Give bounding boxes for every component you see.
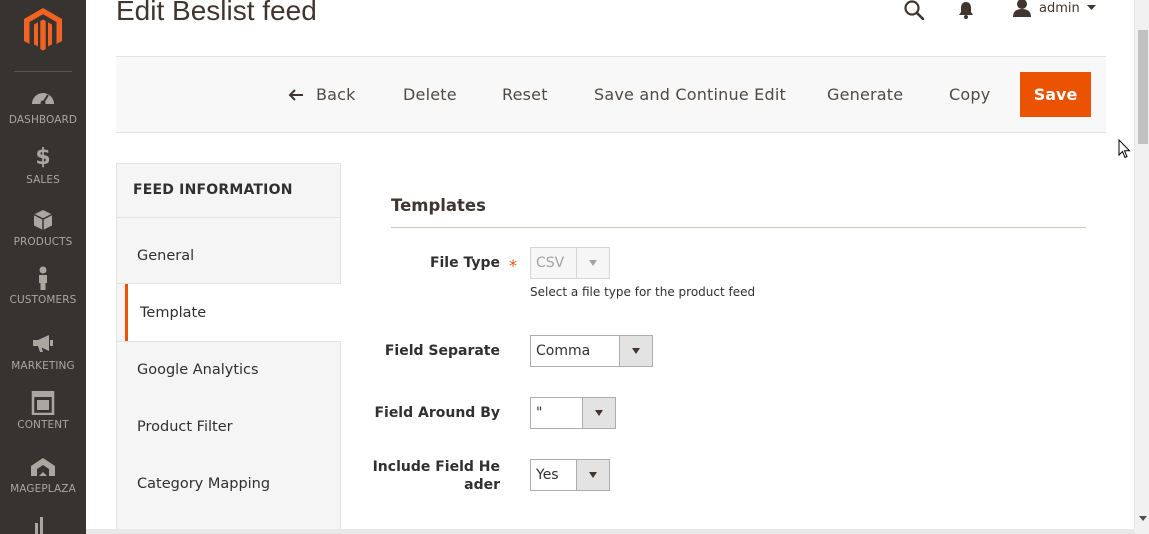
sidebar-item-customers[interactable]: CUSTOMERS [0, 266, 86, 328]
sidebar-item-label: CONTENT [17, 419, 69, 431]
tab-template[interactable]: Template [125, 284, 342, 341]
include-field-header-label-line2: ader [464, 477, 500, 493]
sidebar-item-label: CUSTOMERS [9, 294, 77, 306]
chevron-down-icon [582, 398, 615, 428]
file-type-note: Select a file type for the product feed [530, 285, 756, 299]
tab-google-analytics[interactable]: Google Analytics [117, 341, 341, 398]
chevron-down-icon [619, 336, 652, 366]
field-separate-label: Field Separate [384, 343, 500, 359]
back-label: Back [316, 85, 356, 104]
sidebar-item-label: DASHBOARD [8, 114, 78, 126]
mouse-cursor-icon [1118, 139, 1131, 159]
sidebar-item-sales[interactable]: $ SALES [0, 146, 86, 208]
arrow-left-icon [288, 88, 303, 101]
sidebar-item-marketing[interactable]: MARKETING [0, 332, 86, 394]
sidebar-item-mageplaza[interactable]: MAGEPLAZA [0, 455, 86, 517]
tab-product-filter[interactable]: Product Filter [117, 398, 341, 455]
chevron-down-icon [576, 248, 609, 278]
delete-button[interactable]: Delete [403, 85, 457, 104]
page-title: Edit Beslist feed [116, 0, 317, 26]
feed-information-tabs: FEED INFORMATION General Template Google… [116, 163, 342, 534]
tab-category-mapping[interactable]: Category Mapping [117, 455, 341, 512]
file-type-value: CSV [536, 255, 565, 271]
include-field-header-label: Include Field He ader [340, 458, 500, 494]
tab-divider [117, 217, 341, 218]
page-actions-bar: Back Delete Reset Save and Continue Edit… [116, 56, 1106, 133]
field-around-by-label: Field Around By [374, 405, 500, 421]
search-icon[interactable] [903, 0, 925, 20]
sidebar-item-label: PRODUCTS [13, 236, 73, 248]
scrollbar-thumb[interactable] [1138, 30, 1148, 144]
chevron-down-icon [1086, 5, 1096, 10]
include-field-header-value: Yes [536, 467, 559, 483]
copy-button[interactable]: Copy [949, 85, 990, 104]
field-separate-value: Comma [536, 343, 591, 359]
sidebar-item-products[interactable]: PRODUCTS [0, 208, 86, 270]
cube-icon [33, 210, 53, 230]
section-title: Templates [391, 196, 486, 215]
chevron-down-icon [576, 460, 609, 490]
field-separate-select[interactable]: Comma [530, 335, 653, 367]
generate-button[interactable]: Generate [827, 85, 903, 104]
megaphone-icon [33, 335, 53, 352]
admin-username: admin [1039, 0, 1080, 16]
admin-sidebar: DASHBOARD $ SALES PRODUCTS CUSTOMERS MAR… [0, 0, 86, 534]
user-icon [1013, 0, 1031, 17]
section-divider [391, 227, 1086, 228]
include-field-header-label-line1: Include Field He [372, 459, 500, 475]
field-around-by-value: " [536, 405, 543, 421]
reset-button[interactable]: Reset [502, 85, 548, 104]
tab-general[interactable]: General [117, 227, 341, 284]
sidebar-item-label: MAGEPLAZA [10, 483, 76, 495]
field-around-by-select[interactable]: " [530, 397, 616, 429]
horizontal-scroll-track [86, 529, 1134, 534]
mageplaza-icon [31, 458, 55, 476]
magento-logo-icon[interactable] [24, 8, 62, 52]
include-field-header-select[interactable]: Yes [530, 459, 610, 491]
sidebar-item-content[interactable]: CONTENT [0, 391, 86, 453]
required-asterisk-icon: * [509, 256, 517, 275]
back-button[interactable]: Back [288, 85, 356, 104]
bell-icon[interactable] [958, 1, 974, 19]
reports-icon[interactable] [32, 517, 52, 534]
dollar-icon: $ [35, 145, 51, 170]
sidebar-item-label: SALES [26, 174, 60, 186]
save-and-continue-button[interactable]: Save and Continue Edit [594, 85, 786, 104]
scroll-down-arrow-icon[interactable] [1139, 516, 1147, 521]
layout-icon [31, 391, 55, 415]
vertical-scrollbar[interactable] [1134, 0, 1149, 534]
dashboard-icon [32, 93, 54, 106]
sidebar-divider [14, 71, 72, 72]
admin-user-menu[interactable]: admin [1012, 0, 1096, 18]
tabs-title: FEED INFORMATION [133, 182, 293, 198]
sidebar-item-label: MARKETING [11, 360, 75, 372]
file-type-select[interactable]: CSV [530, 247, 610, 279]
person-icon [39, 266, 47, 290]
file-type-label: File Type [429, 255, 500, 271]
save-button[interactable]: Save [1020, 72, 1091, 117]
sidebar-item-dashboard[interactable]: DASHBOARD [0, 86, 86, 148]
